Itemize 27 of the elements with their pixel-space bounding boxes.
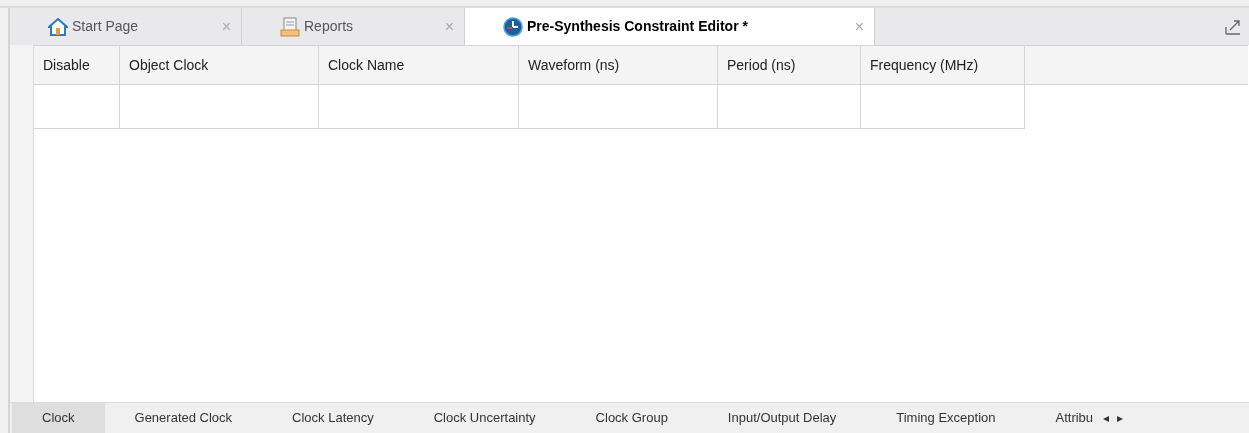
home-icon: [48, 17, 68, 36]
sheet-tab[interactable]: Clock Latency: [262, 403, 404, 433]
table-cell[interactable]: [120, 85, 319, 129]
sheet-tab[interactable]: Attribu: [1025, 403, 1100, 433]
column-header[interactable]: Frequency (MHz): [861, 46, 1025, 84]
scroll-left-button[interactable]: ◂: [1099, 409, 1114, 427]
sheet-tab[interactable]: Generated Clock: [104, 403, 263, 433]
sheet-tab[interactable]: Clock Group: [565, 403, 698, 433]
table-cell[interactable]: [319, 85, 519, 129]
sheet-tab[interactable]: Timing Exception: [866, 403, 1026, 433]
column-header[interactable]: Disable: [34, 46, 120, 84]
table-cell[interactable]: [861, 85, 1025, 129]
column-header[interactable]: Object Clock: [120, 46, 319, 84]
table-cell[interactable]: [34, 85, 120, 129]
scroll-right-button[interactable]: ▸: [1113, 409, 1128, 427]
column-header[interactable]: Clock Name: [319, 46, 519, 84]
expand-icon[interactable]: [1225, 18, 1241, 35]
sheet-tab[interactable]: Clock: [12, 403, 105, 433]
sheet-tab[interactable]: Clock Uncertainty: [403, 403, 566, 433]
table-cell[interactable]: [519, 85, 718, 129]
document-icon: [280, 16, 300, 37]
column-header[interactable]: Waveform (ns): [519, 46, 718, 84]
document-tab[interactable]: Pre-Synthesis Constraint Editor * ×: [465, 8, 875, 45]
sheet-tab[interactable]: Input/Output Delay: [697, 403, 867, 433]
table-cell[interactable]: [718, 85, 861, 129]
column-header[interactable]: Period (ns): [718, 46, 861, 84]
clock-icon: [503, 16, 523, 37]
